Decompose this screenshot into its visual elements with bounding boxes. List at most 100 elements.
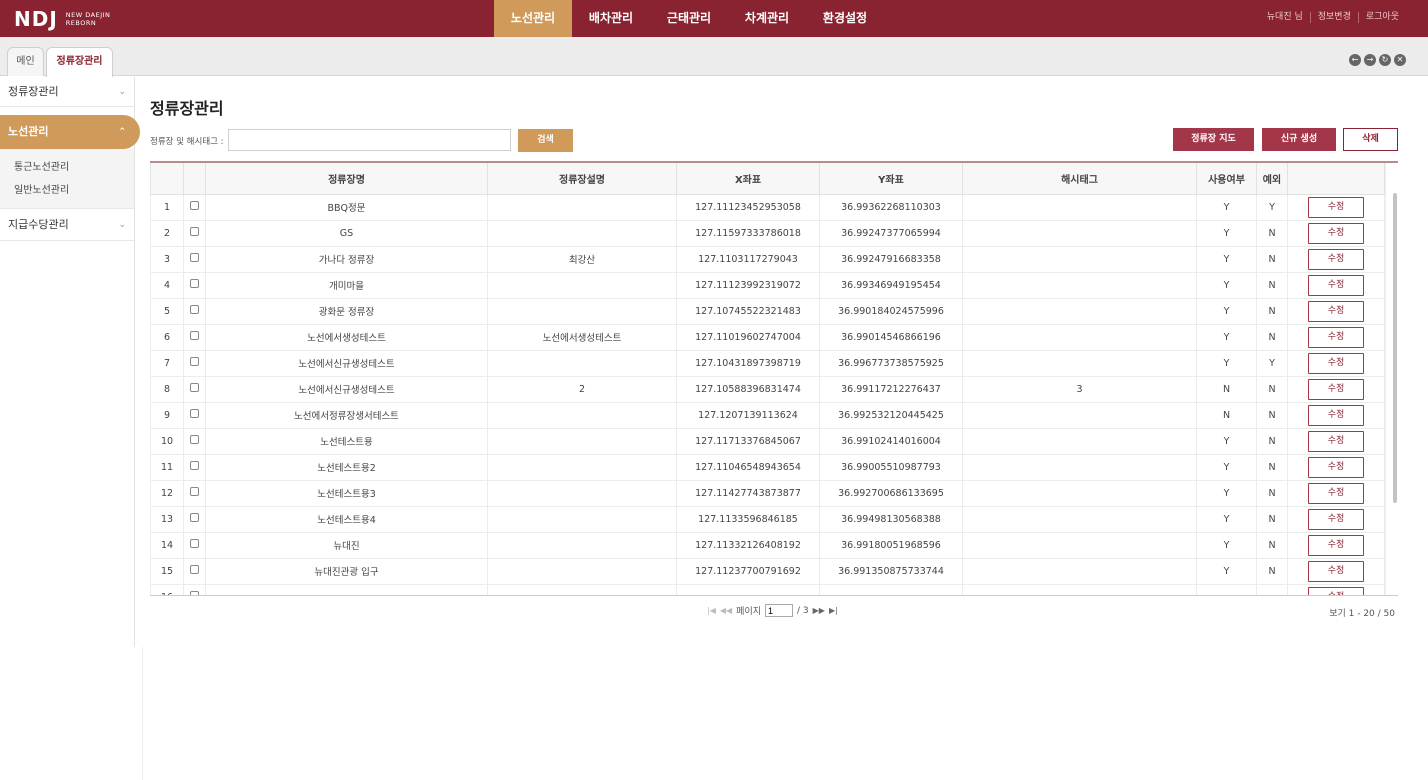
sidebar-item-route-management[interactable]: 노선관리 ⌃ — [0, 115, 140, 149]
delete-button[interactable]: 삭제 — [1343, 128, 1398, 151]
cell-action: 수정 — [1287, 402, 1385, 429]
arrow-left-icon[interactable]: ← — [1349, 54, 1361, 66]
row-checkbox[interactable] — [190, 538, 199, 548]
sidebar-item-allowance-management[interactable]: 지급수당관리 ⌄ — [0, 209, 134, 241]
edit-button[interactable]: 수정 — [1308, 430, 1364, 452]
table-row[interactable]: 2 GS 127.11597333786018 36.99247377065994 Y N… — [150, 220, 1385, 247]
edit-button[interactable]: 수정 — [1308, 482, 1364, 504]
profile-link[interactable]: 정보변경 — [1309, 12, 1358, 23]
nav-dispatch-management[interactable]: 배차관리 — [572, 0, 650, 37]
row-checkbox[interactable] — [190, 330, 199, 340]
table-row[interactable]: 12 노선테스트용3 127.11427743873877 36.9927006861… — [150, 480, 1385, 507]
row-checkbox[interactable] — [190, 460, 199, 470]
table-row[interactable]: 4 개미마을 127.11123992319072 36.99346949195454… — [150, 272, 1385, 299]
page-number-input[interactable] — [765, 604, 794, 617]
col-header-y[interactable]: Y좌표 — [819, 163, 963, 195]
sidebar-item-stop-management[interactable]: 정류장관리 ⌄ — [0, 77, 134, 107]
row-checkbox[interactable] — [190, 304, 199, 314]
create-new-button[interactable]: 신규 생성 — [1262, 128, 1336, 151]
prev-page-icon[interactable]: ◀◀ — [720, 606, 732, 615]
edit-button[interactable]: 수정 — [1308, 560, 1364, 582]
cell-y: 36.99014546866196 — [819, 324, 963, 351]
sidebar-subitem-general-route[interactable]: 일반노선관리 — [14, 179, 134, 202]
row-checkbox[interactable] — [190, 278, 199, 288]
nav-route-management[interactable]: 노선관리 — [494, 0, 572, 37]
table-row[interactable]: 13 노선테스트용4 127.1133596846185 36.99498130568… — [150, 506, 1385, 533]
col-header-stop-name[interactable]: 정류장명 — [205, 163, 488, 195]
close-icon[interactable]: ✕ — [1394, 54, 1406, 66]
cell-checkbox — [183, 558, 206, 585]
cell-hashtag — [962, 506, 1197, 533]
tab-main[interactable]: 메인 — [7, 47, 44, 76]
table-row[interactable]: 14 뉴대진 127.11332126408192 36.99180051968596… — [150, 532, 1385, 559]
col-header-description[interactable]: 정류장설명 — [487, 163, 677, 195]
table-row[interactable]: 1 BBQ정문 127.11123452953058 36.9936226811030… — [150, 194, 1385, 221]
edit-button[interactable]: 수정 — [1308, 248, 1364, 270]
table-row[interactable]: 10 노선테스트용 127.11713376845067 36.99102414016… — [150, 428, 1385, 455]
cell-in-use: Y — [1196, 558, 1257, 585]
edit-button[interactable]: 수정 — [1308, 326, 1364, 348]
sidebar-subitem-commute-route[interactable]: 통근노선관리 — [14, 156, 134, 179]
edit-button[interactable]: 수정 — [1308, 586, 1364, 595]
edit-button[interactable]: 수정 — [1308, 274, 1364, 296]
table-row[interactable]: 9 노선에서정류장생서테스트 127.1207139113624 36.9925321… — [150, 402, 1385, 429]
row-checkbox[interactable] — [190, 590, 199, 595]
edit-button[interactable]: 수정 — [1308, 352, 1364, 374]
row-checkbox[interactable] — [190, 356, 199, 366]
logout-link[interactable]: 로그아웃 — [1357, 12, 1406, 23]
refresh-icon[interactable]: ↻ — [1379, 54, 1391, 66]
row-checkbox[interactable] — [190, 226, 199, 236]
edit-button[interactable]: 수정 — [1308, 508, 1364, 530]
scrollbar-thumb[interactable] — [1393, 193, 1397, 503]
cell-y: 36.99247916683358 — [819, 246, 963, 273]
first-page-icon[interactable]: |◀ — [707, 606, 716, 615]
next-page-icon[interactable]: ▶▶ — [813, 606, 825, 615]
table-row[interactable]: 5 광화문 정류장 127.10745522321483 36.99018402457… — [150, 298, 1385, 325]
col-header-in-use[interactable]: 사용여부 — [1196, 163, 1257, 195]
table-row[interactable]: 11 노선테스트용2 127.11046548943654 36.9900551098… — [150, 454, 1385, 481]
row-checkbox[interactable] — [190, 252, 199, 262]
edit-button[interactable]: 수정 — [1308, 196, 1364, 218]
col-header-hashtag[interactable]: 해시태그 — [962, 163, 1197, 195]
row-checkbox[interactable] — [190, 564, 199, 574]
table-row[interactable]: 7 노선에서신규생성테스트 127.10431897398719 36.9967737… — [150, 350, 1385, 377]
cell-exception: N — [1256, 402, 1288, 429]
cell-stop-name — [205, 584, 488, 595]
logo[interactable]: NDJ NEW DAEJIN REBORN — [14, 7, 126, 31]
row-checkbox[interactable] — [190, 486, 199, 496]
table-row[interactable]: 6 노선에서생성테스트 노선에서생성테스트 127.11019602747004 36.… — [150, 324, 1385, 351]
search-button[interactable]: 검색 — [518, 129, 573, 152]
tab-stop-management[interactable]: 정류장관리 — [46, 47, 113, 77]
table-row[interactable]: 8 노선에서신규생성테스트 2 127.10588396831474 36.991172… — [150, 376, 1385, 403]
table-row[interactable]: 16 수정 — [150, 584, 1385, 595]
cell-checkbox — [183, 376, 206, 403]
nav-settings[interactable]: 환경설정 — [806, 0, 884, 37]
cell-y — [819, 584, 963, 595]
nav-vehicle-management[interactable]: 차계관리 — [728, 0, 806, 37]
row-checkbox[interactable] — [190, 382, 199, 392]
row-checkbox[interactable] — [190, 434, 199, 444]
edit-button[interactable]: 수정 — [1308, 378, 1364, 400]
col-header-exception[interactable]: 예외 — [1256, 163, 1288, 195]
search-input[interactable] — [228, 129, 511, 151]
cell-hashtag — [962, 246, 1197, 273]
edit-button[interactable]: 수정 — [1308, 404, 1364, 426]
edit-button[interactable]: 수정 — [1308, 300, 1364, 322]
cell-y: 36.99102414016004 — [819, 428, 963, 455]
edit-button[interactable]: 수정 — [1308, 456, 1364, 478]
stop-map-button[interactable]: 정류장 지도 — [1173, 128, 1254, 151]
nav-attendance-management[interactable]: 근태관리 — [650, 0, 728, 37]
last-page-icon[interactable]: ▶| — [829, 606, 838, 615]
arrow-right-icon[interactable]: → — [1364, 54, 1376, 66]
row-checkbox[interactable] — [190, 200, 199, 210]
cell-exception: N — [1256, 532, 1288, 559]
edit-button[interactable]: 수정 — [1308, 222, 1364, 244]
edit-button[interactable]: 수정 — [1308, 534, 1364, 556]
col-header-x[interactable]: X좌표 — [676, 163, 820, 195]
table-row[interactable]: 3 가나다 정류장 최강산 127.1103117279043 36.992479166… — [150, 246, 1385, 273]
cell-x: 127.11123452953058 — [676, 194, 820, 221]
row-checkbox[interactable] — [190, 408, 199, 418]
cell-rownum: 13 — [150, 506, 184, 533]
table-row[interactable]: 15 뉴대진관광 입구 127.11237700791692 36.991350875… — [150, 558, 1385, 585]
row-checkbox[interactable] — [190, 512, 199, 522]
